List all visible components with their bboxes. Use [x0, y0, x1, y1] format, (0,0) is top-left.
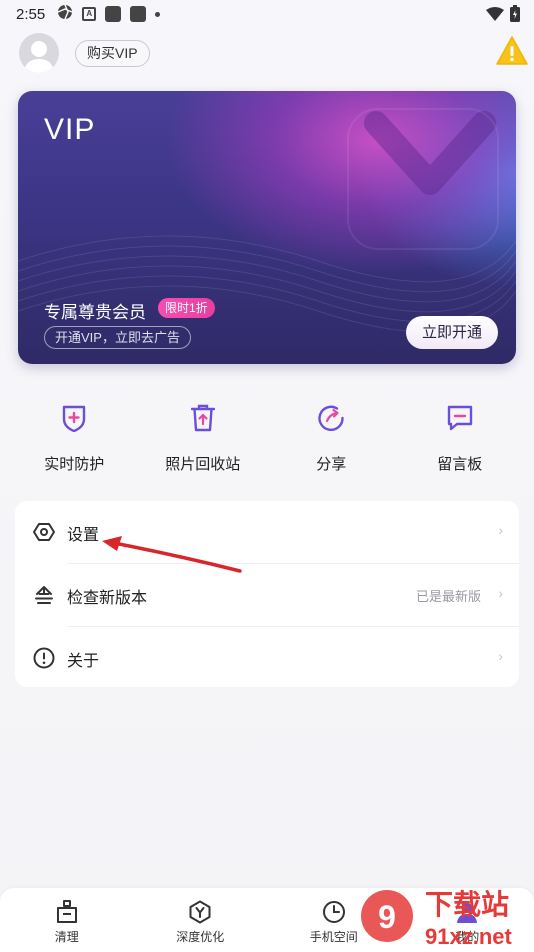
list-item-settings[interactable]: 设置 › [15, 501, 519, 563]
wifi-icon [486, 6, 504, 25]
quick-action-label: 实时防护 [44, 456, 105, 473]
vip-subtitle: 开通VIP，立即去广告 [44, 326, 191, 349]
nav-clean[interactable]: 清理 [0, 888, 134, 952]
quick-action-label: 留言板 [437, 456, 483, 473]
header: 购买VIP [0, 30, 534, 78]
settings-icon [33, 521, 55, 543]
vip-member-label: 专属尊贵会员 [44, 303, 146, 322]
info-icon [33, 647, 55, 669]
nav-label: 深度优化 [176, 930, 225, 944]
a-icon: A [82, 7, 97, 21]
quick-action-photo-recycle-bin[interactable]: 照片回收站 [139, 400, 268, 480]
square-icon [105, 6, 122, 22]
dot-icon [155, 11, 161, 17]
chevron-right-icon: › [498, 585, 503, 601]
list-item-label: 设置 [67, 527, 100, 544]
share-icon [267, 400, 396, 436]
settings-list: 设置 › 检查新版本 已是最新版 › 关于 › [15, 501, 519, 687]
optimize-icon [134, 900, 268, 926]
status-time: 2:55 [16, 5, 46, 23]
annotation-arrow-icon [102, 536, 242, 573]
site-watermark: 9 下载站 91xz.net [361, 888, 512, 949]
message-board-icon [396, 400, 525, 436]
app-screen: 2:55 A 购买VIP VIP 专属尊贵会员 限时1折 开通VIP，立即去广告… [0, 0, 534, 952]
trash-icon [139, 400, 268, 436]
version-status: 已是最新版 [415, 589, 481, 604]
vip-title: VIP [44, 113, 96, 146]
quick-action-realtime-protection[interactable]: 实时防护 [10, 400, 139, 480]
list-item-about[interactable]: 关于 › [15, 627, 519, 689]
nav-label: 清理 [54, 930, 79, 944]
list-item-label: 关于 [67, 653, 100, 670]
svg-text:9: 9 [378, 899, 396, 935]
buy-vip-button[interactable]: 购买VIP [75, 40, 150, 67]
default-avatar-icon [24, 41, 54, 73]
vip-card[interactable]: VIP 专属尊贵会员 限时1折 开通VIP，立即去广告 立即开通 [18, 91, 516, 364]
quick-actions: 实时防护 照片回收站 分享 留言板 [10, 400, 524, 480]
avatar[interactable] [19, 33, 59, 73]
update-icon [33, 584, 55, 606]
shield-icon [10, 400, 139, 436]
square-icon [130, 6, 147, 22]
watermark-url: 91xz.net [425, 924, 512, 949]
clean-icon [0, 900, 134, 926]
vip-discount-badge: 限时1折 [158, 298, 215, 318]
list-item-label: 检查新版本 [67, 590, 148, 607]
quick-action-label: 照片回收站 [165, 456, 241, 473]
quick-action-message-board[interactable]: 留言板 [396, 400, 525, 480]
quick-action-share[interactable]: 分享 [267, 400, 396, 480]
quick-action-label: 分享 [316, 456, 347, 473]
chevron-right-icon: › [498, 648, 503, 664]
aperture-icon [57, 4, 73, 24]
status-bar: 2:55 A [0, 0, 534, 28]
chevron-right-icon: › [498, 522, 503, 538]
warning-icon[interactable] [496, 36, 528, 71]
battery-icon [510, 5, 520, 26]
list-item-check-update[interactable]: 检查新版本 已是最新版 › [15, 564, 519, 626]
open-vip-button[interactable]: 立即开通 [406, 316, 498, 349]
nav-deep-optimize[interactable]: 深度优化 [134, 888, 268, 952]
watermark-brand: 下载站 [425, 888, 509, 921]
